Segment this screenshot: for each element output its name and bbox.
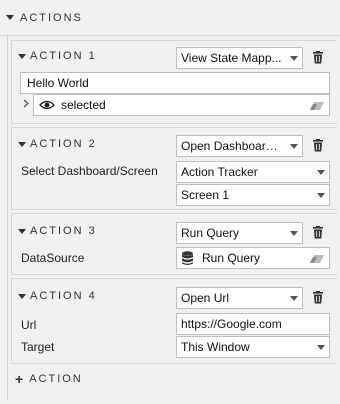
plus-icon: + [15, 371, 24, 387]
action-card-2: ACTION 2 Open Dashboard... Select Dashbo… [11, 127, 337, 210]
action-1-type-value: View State Mapp... [181, 51, 282, 65]
collapse-triangle-icon[interactable] [18, 53, 26, 59]
action-4-type-select[interactable]: Open Url [176, 287, 303, 309]
action-2-type-value: Open Dashboard... [181, 139, 283, 153]
trash-icon[interactable] [312, 226, 324, 239]
trash-icon[interactable] [312, 139, 324, 152]
chevron-down-icon [286, 136, 302, 156]
actions-panel-header[interactable]: ACTIONS [0, 0, 340, 36]
chevron-down-icon [313, 162, 329, 182]
trash-icon[interactable] [312, 291, 324, 304]
action-1-text-value: Hello World [27, 76, 89, 90]
add-action-button[interactable]: + ACTION [15, 372, 83, 386]
dashboard-select-value: Action Tracker [181, 165, 258, 179]
collapse-triangle-icon[interactable] [18, 228, 26, 234]
add-action-label: ACTION [29, 373, 83, 385]
action-4-type-value: Open Url [181, 291, 230, 305]
action-2-title: ACTION 2 [30, 138, 97, 150]
action-1-selected-label: selected [61, 98, 106, 112]
action-2-header[interactable]: ACTION 2 [18, 138, 97, 150]
screen-select[interactable]: Screen 1 [176, 184, 330, 206]
action-1-header[interactable]: ACTION 1 [18, 50, 97, 62]
target-label: Target [21, 340, 55, 354]
datasource-label: DataSource [21, 251, 85, 265]
chevron-down-icon [286, 48, 302, 68]
screen-select-value: Screen 1 [181, 188, 230, 202]
chevron-down-icon [286, 288, 302, 308]
chevron-down-icon [313, 337, 329, 357]
action-card-4: ACTION 4 Open Url Url https://Google.com… [11, 278, 337, 364]
action-3-type-value: Run Query [181, 226, 240, 240]
collapse-triangle-icon[interactable] [6, 15, 14, 20]
action-3-title: ACTION 3 [30, 225, 97, 237]
collapse-triangle-icon[interactable] [18, 141, 26, 147]
dashboard-select[interactable]: Action Tracker [176, 161, 330, 183]
chevron-right-icon[interactable] [23, 99, 29, 108]
url-label: Url [21, 318, 37, 332]
target-select-value: This Window [181, 340, 250, 354]
url-input[interactable]: https://Google.com [176, 313, 330, 335]
panel-title: ACTIONS [20, 11, 83, 24]
chevron-down-icon [286, 223, 302, 243]
action-2-type-select[interactable]: Open Dashboard... [176, 135, 303, 157]
eraser-icon[interactable] [310, 255, 324, 263]
panel-left-rule [7, 36, 8, 400]
action-card-1: ACTION 1 View State Mapp... Hello World … [11, 40, 337, 124]
action-4-title: ACTION 4 [30, 290, 97, 302]
trash-icon[interactable] [312, 51, 324, 64]
url-value: https://Google.com [181, 317, 282, 331]
action-1-selected-field[interactable]: selected [33, 94, 330, 116]
action-3-header[interactable]: ACTION 3 [18, 225, 97, 237]
eraser-icon[interactable] [310, 102, 324, 110]
chevron-down-icon [313, 185, 329, 205]
eye-icon [39, 100, 55, 110]
select-dashboard-label: Select Dashboard/Screen [21, 164, 158, 178]
action-1-text-input[interactable]: Hello World [20, 72, 330, 94]
database-icon [182, 250, 193, 265]
action-4-header[interactable]: ACTION 4 [18, 290, 97, 302]
datasource-value: Run Query [202, 251, 261, 265]
action-card-3: ACTION 3 Run Query DataSource Run Query [11, 213, 337, 275]
target-select[interactable]: This Window [176, 336, 330, 358]
datasource-field[interactable]: Run Query [176, 247, 330, 269]
action-3-type-select[interactable]: Run Query [176, 222, 303, 244]
collapse-triangle-icon[interactable] [18, 293, 26, 299]
action-1-type-select[interactable]: View State Mapp... [176, 47, 303, 69]
action-1-title: ACTION 1 [30, 50, 97, 62]
